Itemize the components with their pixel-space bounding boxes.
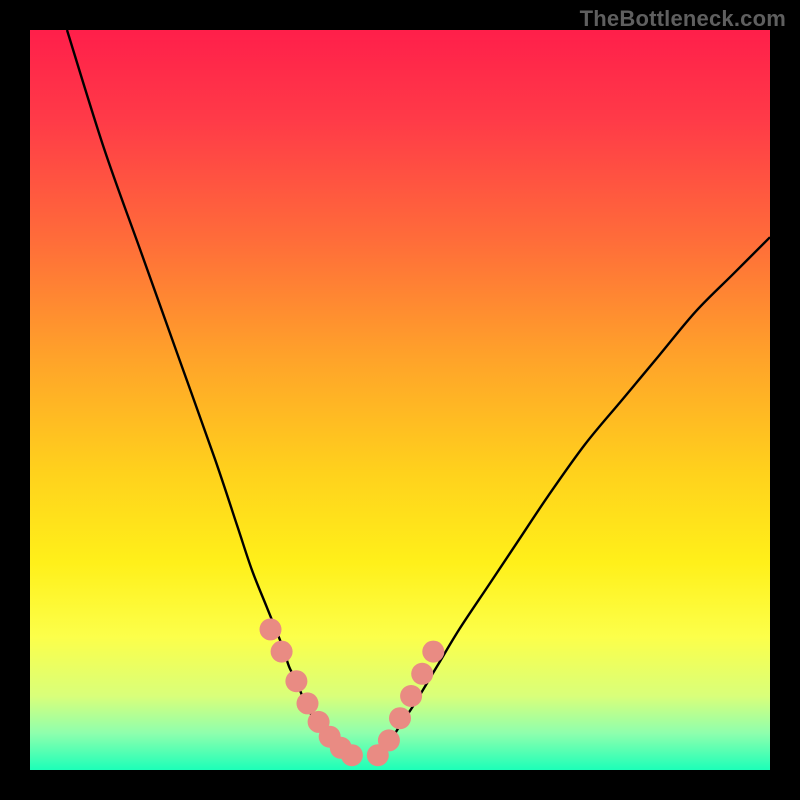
data-marker xyxy=(411,663,433,685)
data-marker xyxy=(271,641,293,663)
watermark-text: TheBottleneck.com xyxy=(580,6,786,32)
chart-curves xyxy=(30,30,770,770)
data-marker xyxy=(341,744,363,766)
data-marker xyxy=(378,729,400,751)
chart-frame: TheBottleneck.com xyxy=(0,0,800,800)
data-marker xyxy=(297,692,319,714)
curve-left xyxy=(67,30,356,759)
data-marker xyxy=(422,641,444,663)
marker-group-right xyxy=(367,641,445,767)
data-marker xyxy=(285,670,307,692)
marker-group-left xyxy=(260,618,363,766)
data-marker xyxy=(389,707,411,729)
data-marker xyxy=(260,618,282,640)
data-marker xyxy=(400,685,422,707)
plot-area xyxy=(30,30,770,770)
